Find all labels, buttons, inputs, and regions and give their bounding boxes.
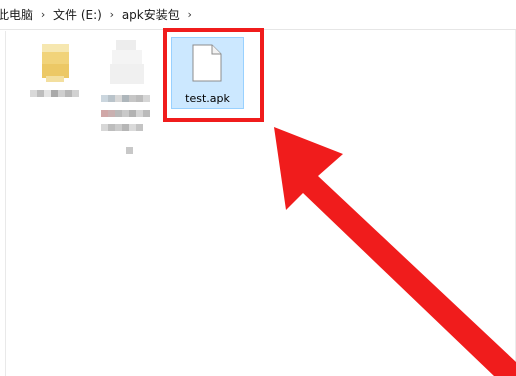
blurred-file-label-line3 — [101, 124, 143, 131]
red-arrow-annotation — [274, 127, 516, 376]
address-bar[interactable]: 此电脑 › 文件 (E:) › apk安装包 › — [0, 0, 516, 30]
blurred-file-icon[interactable] — [108, 40, 146, 90]
file-name-label: test.apk — [185, 92, 230, 105]
breadcrumb-drive-e[interactable]: 文件 (E:) — [52, 6, 103, 23]
arrow-pointer-icon — [274, 127, 516, 376]
blurred-file-label-line2 — [101, 110, 150, 117]
breadcrumb-apk-folder[interactable]: apk安装包 — [121, 6, 181, 23]
file-explorer-window: 此电脑 › 文件 (E:) › apk安装包 › test.apk — [0, 0, 516, 376]
navigation-pane-divider — [5, 31, 6, 376]
blurred-folder-label — [30, 90, 79, 97]
generic-file-icon — [192, 44, 222, 82]
blurred-file-label-line4 — [126, 147, 133, 154]
blurred-folder-icon[interactable] — [42, 44, 69, 84]
breadcrumb-this-pc[interactable]: 此电脑 — [0, 6, 34, 23]
file-item-test-apk[interactable]: test.apk — [171, 37, 244, 109]
blurred-file-label-line1 — [101, 95, 150, 102]
chevron-right-icon[interactable]: › — [181, 8, 199, 21]
chevron-right-icon[interactable]: › — [34, 8, 52, 21]
chevron-right-icon[interactable]: › — [103, 8, 121, 21]
